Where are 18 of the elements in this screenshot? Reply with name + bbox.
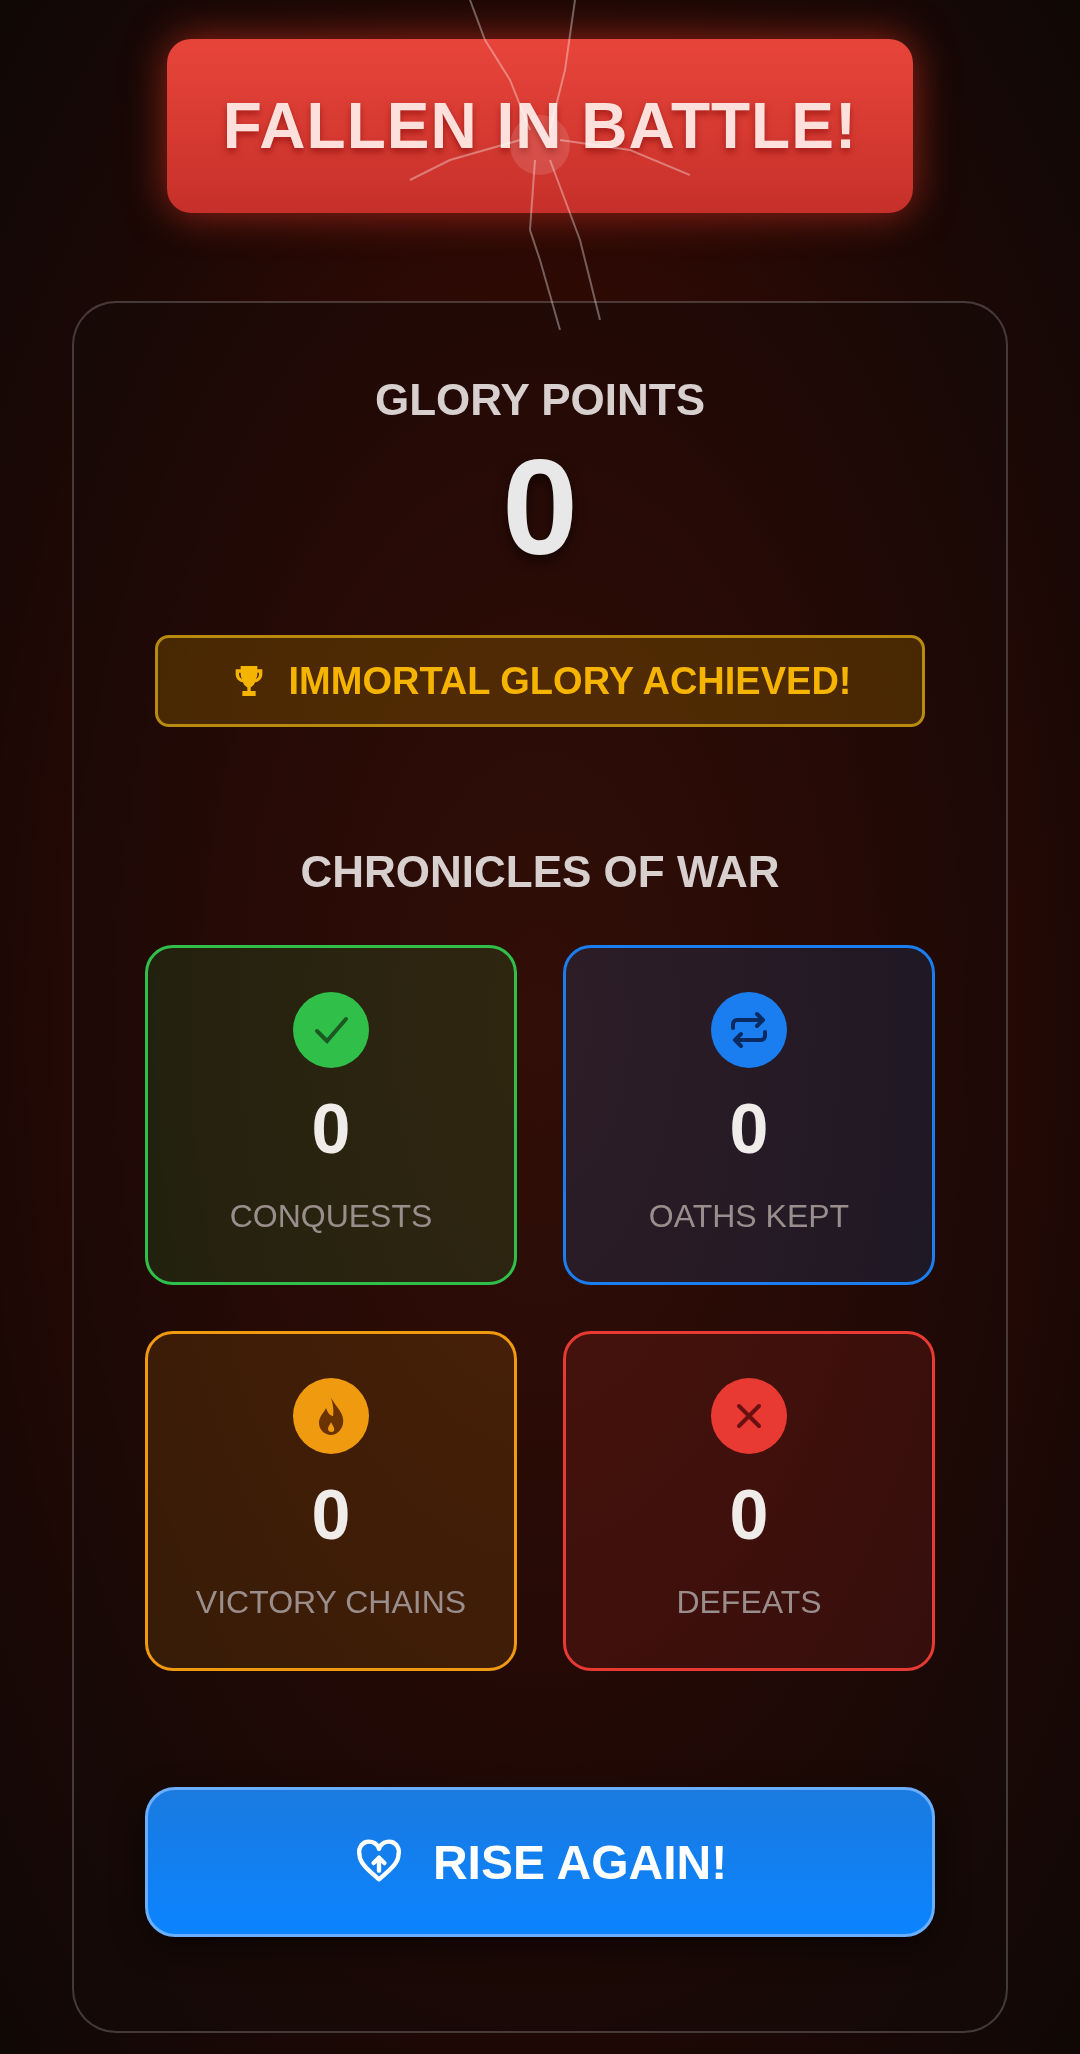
flame-icon [293,1378,369,1454]
stat-label: OATHS KEPT [648,1198,850,1235]
stat-label: VICTORY CHAINS [195,1584,467,1621]
score-label: GLORY POINTS [374,375,705,425]
stat-label: DEFEATS [676,1584,822,1621]
stat-value: 0 [311,1094,351,1164]
check-icon [293,992,369,1068]
stat-label: CONQUESTS [229,1198,433,1235]
section-heading: CHRONICLES OF WAR [300,847,780,897]
stat-value: 0 [311,1480,351,1550]
score-value: 0 [502,439,578,575]
close-icon [711,1378,787,1454]
banner-title: FALLEN IN BATTLE! [167,39,913,213]
achievement-text: IMMORTAL GLORY ACHIEVED! [288,659,852,703]
stat-value: 0 [729,1480,769,1550]
repeat-icon [711,992,787,1068]
rise-again-button[interactable]: RISE AGAIN! [145,1787,935,1937]
stat-value: 0 [729,1094,769,1164]
